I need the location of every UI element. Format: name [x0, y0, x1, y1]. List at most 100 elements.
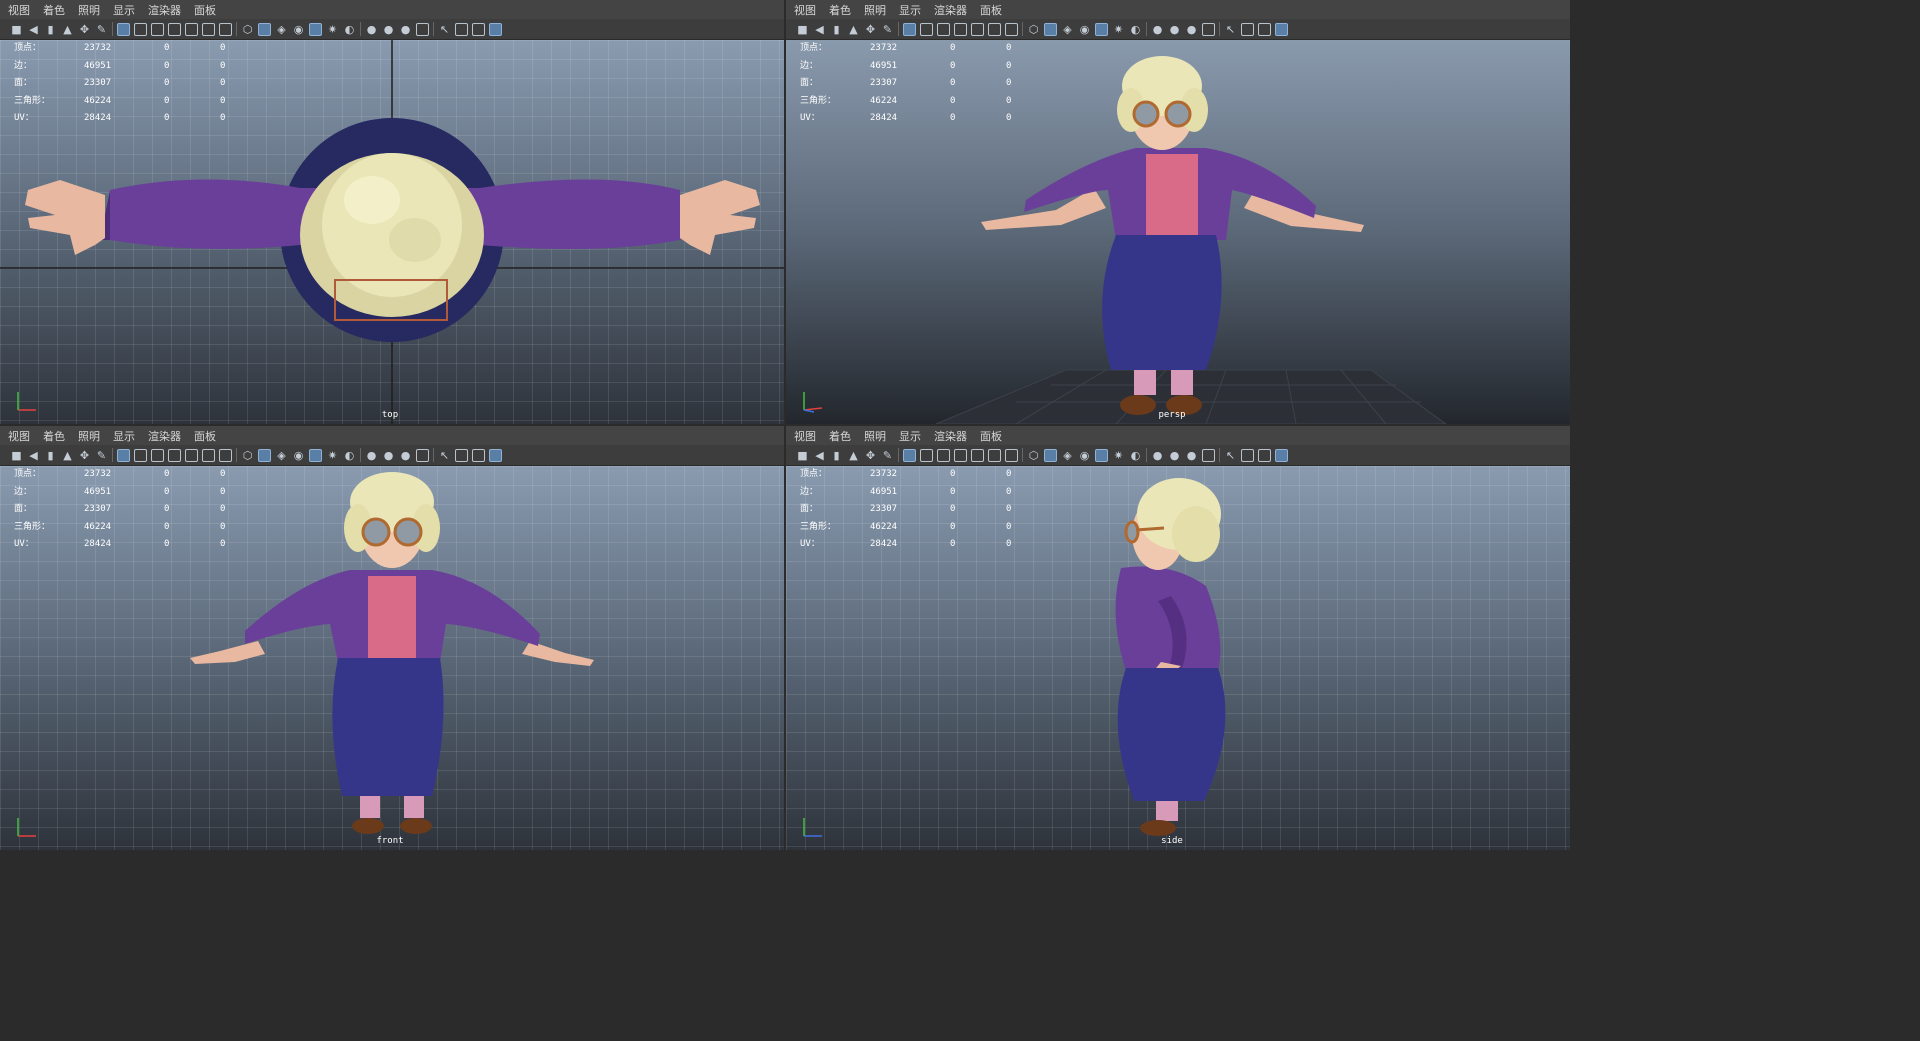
safe-title-icon[interactable] [1005, 448, 1018, 462]
viewport-canvas[interactable]: 顶点： 23732 0 0 边： 46951 0 0 面： 23307 0 0 三角形： 46224… [786, 466, 1570, 850]
shadows-icon[interactable]: ◐ [343, 449, 356, 462]
textured-icon[interactable]: ◉ [292, 449, 305, 462]
light-icon[interactable]: ✷ [326, 449, 339, 462]
viewport-canvas[interactable]: 顶点： 23732 0 0 边： 46951 0 0 面： 23307 0 0 三角形： 46224… [0, 466, 784, 850]
depth-of-field-icon[interactable] [416, 448, 429, 462]
field-chart-icon[interactable] [185, 22, 198, 36]
wireframe-on-shaded-icon[interactable]: ◈ [275, 23, 288, 36]
light-icon[interactable]: ✷ [1112, 449, 1125, 462]
depth-of-field-icon[interactable] [1202, 448, 1215, 462]
film-gate-icon[interactable] [134, 22, 147, 36]
shadows-icon[interactable]: ◐ [1129, 449, 1142, 462]
pencil-icon[interactable]: ✎ [95, 449, 108, 462]
character-model-front[interactable] [0, 466, 784, 850]
textured-icon[interactable]: ◉ [1078, 23, 1091, 36]
menu-renderer[interactable]: 渲染器 [934, 428, 967, 444]
camera-icon[interactable]: ■ [10, 23, 23, 36]
wireframe-icon[interactable]: ⬡ [1027, 23, 1040, 36]
film-gate-icon[interactable] [920, 448, 933, 462]
motion-blur-icon[interactable]: ● [382, 23, 395, 36]
wireframe-on-shaded-icon[interactable]: ◈ [275, 449, 288, 462]
image-plane-icon[interactable]: ▲ [61, 449, 74, 462]
camera-icon[interactable]: ■ [796, 449, 809, 462]
film-gate-icon[interactable] [920, 22, 933, 36]
anti-alias-icon[interactable]: ● [399, 23, 412, 36]
move-camera-icon[interactable]: ✥ [78, 23, 91, 36]
wireframe-on-shaded-icon[interactable]: ◈ [1061, 449, 1074, 462]
menu-shading[interactable]: 着色 [43, 428, 65, 444]
ssao-icon[interactable]: ● [365, 23, 378, 36]
move-camera-icon[interactable]: ✥ [864, 449, 877, 462]
wireframe-icon[interactable]: ⬡ [241, 23, 254, 36]
image-plane-icon[interactable]: ▲ [61, 23, 74, 36]
gate-mask-icon[interactable] [954, 22, 967, 36]
viewport-top[interactable]: 视图 着色 照明 显示 渲染器 面板 ■ ◀ ▮ ▲ ✥ ✎ ⬡ ◈ ◉ ✷ ◐… [0, 0, 784, 424]
image-plane-icon[interactable]: ▲ [847, 23, 860, 36]
anti-alias-icon[interactable]: ● [1185, 23, 1198, 36]
menu-shading[interactable]: 着色 [829, 2, 851, 18]
pencil-icon[interactable]: ✎ [881, 449, 894, 462]
grid-icon[interactable] [117, 22, 130, 36]
menu-view[interactable]: 视图 [794, 428, 816, 444]
menu-show[interactable]: 显示 [899, 2, 921, 18]
isolate-select-icon[interactable]: ↖ [438, 23, 451, 36]
safe-action-icon[interactable] [988, 22, 1001, 36]
character-model-persp[interactable] [786, 40, 1570, 424]
menu-shading[interactable]: 着色 [829, 428, 851, 444]
smooth-shade-icon[interactable] [1044, 22, 1057, 36]
ssao-icon[interactable]: ● [1151, 449, 1164, 462]
menu-view[interactable]: 视图 [8, 2, 30, 18]
motion-blur-icon[interactable]: ● [1168, 23, 1181, 36]
resolution-gate-icon[interactable] [937, 448, 950, 462]
menu-renderer[interactable]: 渲染器 [934, 2, 967, 18]
menu-show[interactable]: 显示 [113, 428, 135, 444]
isolate-select-icon[interactable]: ↖ [438, 449, 451, 462]
gate-mask-icon[interactable] [954, 448, 967, 462]
film-gate-icon[interactable] [134, 448, 147, 462]
camera-icon[interactable]: ■ [796, 23, 809, 36]
menu-shading[interactable]: 着色 [43, 2, 65, 18]
xray-joints-icon[interactable] [1258, 22, 1271, 36]
depth-of-field-icon[interactable] [416, 22, 429, 36]
menu-panels[interactable]: 面板 [980, 2, 1002, 18]
resolution-gate-icon[interactable] [937, 22, 950, 36]
menu-lighting[interactable]: 照明 [78, 2, 100, 18]
use-all-lights-icon[interactable] [309, 448, 322, 462]
viewport-persp[interactable]: 视图 着色 照明 显示 渲染器 面板 ■ ◀ ▮ ▲ ✥ ✎ ⬡ ◈ ◉ ✷ ◐… [786, 0, 1570, 424]
shadows-icon[interactable]: ◐ [1129, 23, 1142, 36]
menu-lighting[interactable]: 照明 [78, 428, 100, 444]
isolate-select-icon[interactable]: ↖ [1224, 449, 1237, 462]
image-plane-icon[interactable]: ▲ [847, 449, 860, 462]
safe-title-icon[interactable] [219, 448, 232, 462]
character-model-top[interactable] [0, 40, 784, 424]
menu-renderer[interactable]: 渲染器 [148, 2, 181, 18]
smooth-shade-icon[interactable] [258, 22, 271, 36]
smooth-shade-icon[interactable] [258, 448, 271, 462]
gate-mask-icon[interactable] [168, 22, 181, 36]
motion-blur-icon[interactable]: ● [1168, 449, 1181, 462]
character-model-side[interactable] [786, 466, 1570, 850]
menu-panels[interactable]: 面板 [194, 2, 216, 18]
viewport-canvas[interactable]: 顶点： 23732 0 0 边： 46951 0 0 面： 23307 0 0 三角形： 46224… [0, 40, 784, 424]
xray-icon[interactable] [1241, 448, 1254, 462]
textured-icon[interactable]: ◉ [292, 23, 305, 36]
safe-action-icon[interactable] [202, 22, 215, 36]
move-camera-icon[interactable]: ✥ [864, 23, 877, 36]
camera-attributes-icon[interactable]: ◀ [27, 449, 40, 462]
grid-icon[interactable] [117, 448, 130, 462]
xray-icon[interactable] [455, 448, 468, 462]
safe-action-icon[interactable] [988, 448, 1001, 462]
field-chart-icon[interactable] [971, 448, 984, 462]
bookmark-icon[interactable]: ▮ [44, 23, 57, 36]
pencil-icon[interactable]: ✎ [95, 23, 108, 36]
backface-icon[interactable] [489, 22, 502, 36]
smooth-shade-icon[interactable] [1044, 448, 1057, 462]
use-all-lights-icon[interactable] [309, 22, 322, 36]
bookmark-icon[interactable]: ▮ [44, 449, 57, 462]
camera-attributes-icon[interactable]: ◀ [813, 23, 826, 36]
safe-title-icon[interactable] [1005, 22, 1018, 36]
move-camera-icon[interactable]: ✥ [78, 449, 91, 462]
textured-icon[interactable]: ◉ [1078, 449, 1091, 462]
xray-joints-icon[interactable] [472, 448, 485, 462]
viewport-canvas[interactable]: 顶点： 23732 0 0 边： 46951 0 0 面： 23307 0 0 三角形： 46224… [786, 40, 1570, 424]
